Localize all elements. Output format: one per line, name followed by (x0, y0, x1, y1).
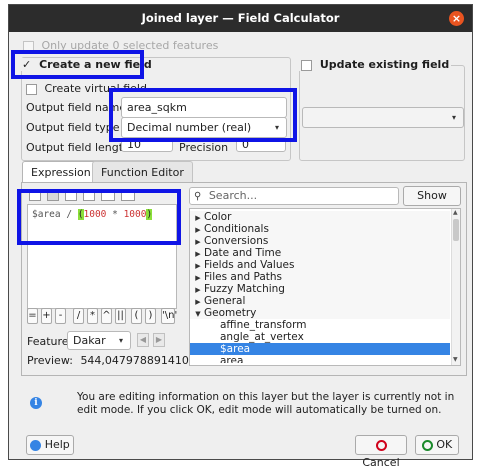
help-icon (30, 439, 42, 451)
preview-value: 544,0479788914109 (80, 354, 196, 367)
function-group-row[interactable]: ▶ General (190, 295, 450, 307)
highlight-output-field-name-type (109, 88, 297, 142)
highlight-create-new-field (11, 50, 144, 79)
equals-operator-button[interactable]: = (27, 308, 38, 324)
update-existing-field-label: Update existing field (319, 58, 450, 71)
scroll-up-icon[interactable]: ▲ (453, 209, 458, 216)
preview-label: Preview: (27, 354, 73, 367)
function-item-row[interactable]: affine_transform (190, 319, 450, 331)
function-group-row[interactable]: ▼ Geometry (190, 307, 450, 319)
output-field-length-label: Output field length (26, 141, 131, 154)
minus-operator-button[interactable]: - (55, 308, 66, 324)
function-tree-label: Color (204, 211, 232, 223)
function-group-row[interactable]: ▶ Fields and Values (190, 259, 450, 271)
ok-icon (421, 439, 433, 451)
next-feature-icon[interactable]: ▶ (153, 333, 165, 347)
output-field-type-label: Output field type (26, 121, 120, 134)
function-list-scrollbar[interactable]: ▲ ▼ (451, 209, 460, 365)
chevron-down-icon: ▾ (118, 336, 123, 345)
function-group-row[interactable]: ▶ Date and Time (190, 247, 450, 259)
close-icon[interactable]: × (449, 11, 464, 26)
open-paren-button[interactable]: ( (131, 308, 142, 324)
function-tree: ▶ Color ▶ Conditionals ▶ Conversions ▶ Date and… (190, 211, 450, 363)
scroll-down-icon[interactable]: ▼ (453, 356, 458, 363)
ok-button-label: OK (436, 438, 453, 451)
tab-expression[interactable]: Expression (22, 161, 100, 183)
function-item-row[interactable]: area (190, 355, 450, 363)
function-list: ▶ Color ▶ Conditionals ▶ Conversions ▶ Date and… (189, 208, 461, 366)
function-tree-label: angle_at_vertex (220, 331, 304, 343)
show-help-button[interactable]: Show Help (403, 186, 461, 220)
function-group-row[interactable]: ▶ Color (190, 211, 450, 223)
function-tree-label: Conversions (204, 235, 269, 247)
function-group-row[interactable]: ▶ Conversions (190, 235, 450, 247)
help-button[interactable]: Help (26, 435, 74, 455)
chevron-down-icon: ▾ (451, 113, 456, 122)
function-tree-label: Fields and Values (204, 259, 295, 271)
feature-label: Feature (27, 335, 69, 348)
tab-function-editor[interactable]: Function Editor (92, 161, 193, 183)
search-icon: ⚲ (194, 191, 202, 202)
window-title: Joined layer — Field Calculator (141, 11, 340, 25)
highlight-expression-editor (17, 189, 181, 245)
title-bar: Joined layer — Field Calculator × (9, 5, 472, 32)
function-item-row[interactable]: angle_at_vertex (190, 331, 450, 343)
function-tree-label: Files and Paths (204, 271, 283, 283)
cancel-button[interactable]: Cancel (355, 435, 407, 469)
ok-button[interactable]: OK (415, 435, 459, 455)
function-group-row[interactable]: ▶ Files and Paths (190, 271, 450, 283)
function-tree-label: General (204, 295, 246, 307)
function-tree-label: $area (220, 343, 251, 355)
preview-row: Preview: 544,0479788914109 (27, 354, 196, 367)
newline-button[interactable]: '\n' (161, 308, 177, 324)
function-tree-label: Fuzzy Matching (204, 283, 285, 295)
feature-value: Dakar (73, 334, 106, 347)
function-tree-label: Conditionals (204, 223, 269, 235)
update-existing-field-row[interactable]: Update existing field (299, 58, 452, 71)
cancel-icon (375, 439, 387, 451)
multiply-operator-button[interactable]: * (87, 308, 98, 324)
previous-feature-icon[interactable]: ◀ (137, 333, 149, 347)
function-tree-label: area (220, 355, 244, 363)
help-button-label: Help (44, 438, 70, 451)
search-placeholder: Search... (208, 189, 258, 202)
function-item-row[interactable]: $area (190, 343, 450, 355)
function-group-row[interactable]: ▶ Conditionals (190, 223, 450, 235)
function-search-input[interactable]: ⚲ Search... (189, 187, 399, 205)
power-operator-button[interactable]: ^ (101, 308, 112, 324)
function-tree-label: affine_transform (220, 319, 307, 331)
existing-field-combo[interactable]: ▾ (302, 107, 464, 128)
plus-operator-button[interactable]: + (41, 308, 52, 324)
close-paren-button[interactable]: ) (145, 308, 156, 324)
update-existing-field-checkbox[interactable] (301, 59, 312, 71)
feature-select[interactable]: Dakar ▾ (67, 331, 131, 350)
function-tree-label: Geometry (204, 307, 257, 319)
divide-operator-button[interactable]: / (73, 308, 84, 324)
concat-operator-button[interactable]: || (115, 308, 126, 324)
function-group-row[interactable]: ▶ Fuzzy Matching (190, 283, 450, 295)
precision-label: Precision (179, 141, 229, 154)
operator-buttons: = + - / * ^ || ( ) '\n' (27, 308, 187, 326)
create-virtual-field-checkbox[interactable] (26, 83, 37, 95)
info-icon: i (30, 397, 42, 409)
function-tree-label: Date and Time (204, 247, 282, 259)
function-list-scroll-thumb[interactable] (453, 219, 459, 241)
edit-mode-message: You are editing information on this laye… (77, 391, 455, 416)
